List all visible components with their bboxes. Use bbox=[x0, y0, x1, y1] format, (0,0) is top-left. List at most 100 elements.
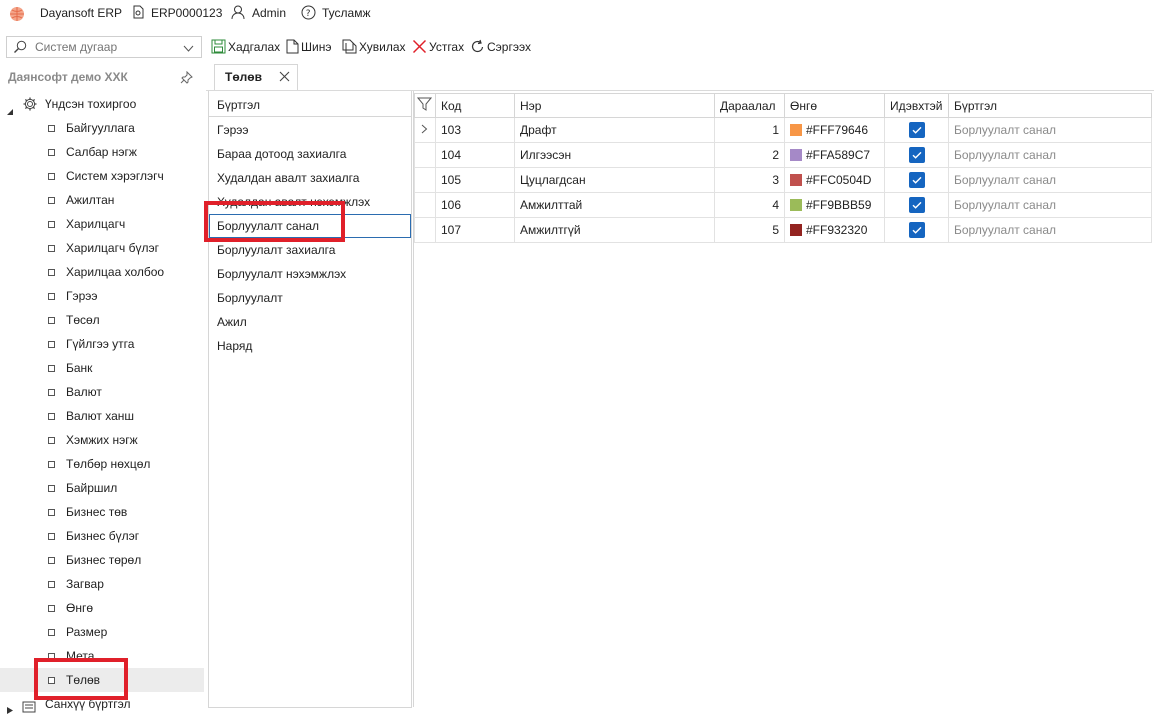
cell-name[interactable]: Цуцлагдсан bbox=[514, 167, 715, 193]
sidebar-item[interactable]: Байршил bbox=[0, 476, 204, 500]
cell-name[interactable]: Драфт bbox=[514, 117, 715, 143]
row-indicator-cell[interactable] bbox=[414, 142, 436, 168]
sidebar-item[interactable]: Размер bbox=[0, 620, 204, 644]
sidebar-item-label: Валют bbox=[66, 385, 102, 399]
table-row[interactable]: 106 Амжилттай 4 #FF9BBB59 Борлуулалт санал bbox=[414, 192, 1152, 218]
row-indicator-cell[interactable] bbox=[414, 217, 436, 243]
sidebar-item[interactable]: Валют bbox=[0, 380, 204, 404]
cell-active[interactable] bbox=[884, 217, 949, 243]
cell-order[interactable]: 5 bbox=[714, 217, 785, 243]
cell-active[interactable] bbox=[884, 167, 949, 193]
sidebar-item[interactable]: Гүйлгээ утга bbox=[0, 332, 204, 356]
table-row[interactable]: 105 Цуцлагдсан 3 #FFC0504D Борлуулалт санал bbox=[414, 167, 1152, 193]
active-checkbox[interactable] bbox=[908, 197, 925, 213]
cell-code[interactable]: 104 bbox=[435, 142, 515, 168]
cell-name[interactable]: Амжилттай bbox=[514, 192, 715, 218]
sidebar-item[interactable]: Гэрээ bbox=[0, 284, 204, 308]
row-indicator-cell[interactable] bbox=[414, 117, 436, 143]
active-checkbox[interactable] bbox=[908, 172, 925, 188]
cell-code[interactable]: 105 bbox=[435, 167, 515, 193]
register-list-item[interactable]: Наряд bbox=[209, 334, 411, 358]
sidebar-item[interactable]: Банк bbox=[0, 356, 204, 380]
sidebar-item[interactable]: Харилцагч bbox=[0, 212, 204, 236]
sidebar-item[interactable]: Бизнес төв bbox=[0, 500, 204, 524]
sidebar-item[interactable]: Хэмжих нэгж bbox=[0, 428, 204, 452]
cell-color[interactable]: #FF932320 bbox=[784, 217, 885, 243]
cell-register[interactable]: Борлуулалт санал bbox=[948, 217, 1152, 243]
filter-icon[interactable] bbox=[416, 97, 433, 111]
cell-order[interactable]: 3 bbox=[714, 167, 785, 193]
cell-order[interactable]: 4 bbox=[714, 192, 785, 218]
sidebar-item[interactable]: Бизнес төрөл bbox=[0, 548, 204, 572]
column-header-active[interactable]: Идэвхтэй bbox=[884, 93, 949, 118]
cell-code[interactable]: 106 bbox=[435, 192, 515, 218]
cell-name[interactable]: Илгээсэн bbox=[514, 142, 715, 168]
sidebar-item[interactable]: Валют ханш bbox=[0, 404, 204, 428]
cell-order[interactable]: 1 bbox=[714, 117, 785, 143]
sidebar-item[interactable]: Харилцаа холбоо bbox=[0, 260, 204, 284]
copy-button[interactable]: Хувилах bbox=[342, 36, 406, 58]
database-name[interactable]: ERP0000123 bbox=[151, 0, 222, 26]
sidebar-item[interactable]: Систем хэрэглэгч bbox=[0, 164, 204, 188]
help-menu[interactable]: Тусламж bbox=[322, 0, 370, 26]
register-list-item[interactable]: Худалдан авалт захиалга bbox=[209, 166, 411, 190]
cell-color[interactable]: #FFF79646 bbox=[784, 117, 885, 143]
column-header-order[interactable]: Дараалал bbox=[714, 93, 785, 118]
cell-register[interactable]: Борлуулалт санал bbox=[948, 192, 1152, 218]
sidebar-item[interactable]: Бизнес бүлэг bbox=[0, 524, 204, 548]
column-header-code[interactable]: Код bbox=[435, 93, 515, 118]
column-header-register[interactable]: Бүртгэл bbox=[948, 93, 1152, 118]
row-indicator-cell[interactable] bbox=[414, 167, 436, 193]
register-list-item[interactable]: Борлуулалт bbox=[209, 286, 411, 310]
cell-active[interactable] bbox=[884, 117, 949, 143]
active-checkbox[interactable] bbox=[908, 222, 925, 238]
cell-active[interactable] bbox=[884, 192, 949, 218]
user-menu[interactable]: Admin bbox=[252, 0, 286, 26]
close-icon[interactable] bbox=[279, 71, 290, 85]
sidebar-item[interactable]: Харилцагч бүлэг bbox=[0, 236, 204, 260]
sidebar-item[interactable]: Төсөл bbox=[0, 308, 204, 332]
cell-register[interactable]: Борлуулалт санал bbox=[948, 167, 1152, 193]
cell-register[interactable]: Борлуулалт санал bbox=[948, 117, 1152, 143]
pin-icon[interactable] bbox=[180, 70, 193, 87]
filter-header-cell[interactable] bbox=[414, 93, 436, 118]
table-row[interactable]: 107 Амжилтгүй 5 #FF932320 Борлуулалт санал bbox=[414, 217, 1152, 243]
cell-active[interactable] bbox=[884, 142, 949, 168]
tab-status[interactable]: Төлөв bbox=[214, 64, 298, 90]
sidebar-item[interactable]: Салбар нэгж bbox=[0, 140, 204, 164]
delete-button[interactable]: Устгах bbox=[412, 36, 464, 58]
cell-color[interactable]: #FFC0504D bbox=[784, 167, 885, 193]
register-list-item[interactable]: Гэрээ bbox=[209, 118, 411, 142]
table-row[interactable]: 104 Илгээсэн 2 #FFA589C7 Борлуулалт санал bbox=[414, 142, 1152, 168]
tree-root-main-settings[interactable]: Үндсэн тохиргоо bbox=[0, 92, 204, 116]
save-button[interactable]: Хадгалах bbox=[211, 36, 280, 58]
sidebar-item[interactable]: Ажилтан bbox=[0, 188, 204, 212]
cell-code[interactable]: 103 bbox=[435, 117, 515, 143]
active-checkbox[interactable] bbox=[908, 147, 925, 163]
register-list-item[interactable]: Борлуулалт нэхэмжлэх bbox=[209, 262, 411, 286]
cell-order[interactable]: 2 bbox=[714, 142, 785, 168]
row-indicator-cell[interactable] bbox=[414, 192, 436, 218]
cell-register[interactable]: Борлуулалт санал bbox=[948, 142, 1152, 168]
active-checkbox[interactable] bbox=[908, 122, 925, 138]
sidebar-item[interactable]: Төлбөр нөхцөл bbox=[0, 452, 204, 476]
table-row[interactable]: 103 Драфт 1 #FFF79646 Борлуулалт санал bbox=[414, 117, 1152, 143]
cell-code[interactable]: 107 bbox=[435, 217, 515, 243]
register-list-item[interactable]: Бараа дотоод захиалга bbox=[209, 142, 411, 166]
expand-triangle-icon[interactable] bbox=[6, 699, 14, 723]
column-header-color[interactable]: Өнгө bbox=[784, 93, 885, 118]
register-list-item[interactable]: Ажил bbox=[209, 310, 411, 334]
new-button[interactable]: Шинэ bbox=[286, 36, 331, 58]
column-header-name[interactable]: Нэр bbox=[514, 93, 715, 118]
cell-color[interactable]: #FFA589C7 bbox=[784, 142, 885, 168]
search-input[interactable] bbox=[35, 38, 175, 55]
sidebar-item[interactable]: Өнгө bbox=[0, 596, 204, 620]
system-number-search[interactable] bbox=[6, 36, 202, 58]
cell-color[interactable]: #FF9BBB59 bbox=[784, 192, 885, 218]
app-name[interactable]: Dayansoft ERP bbox=[40, 0, 122, 26]
cell-name[interactable]: Амжилтгүй bbox=[514, 217, 715, 243]
chevron-down-icon[interactable] bbox=[183, 42, 194, 56]
sidebar-item[interactable]: Загвар bbox=[0, 572, 204, 596]
refresh-button[interactable]: Сэргээх bbox=[470, 36, 531, 58]
sidebar-item[interactable]: Байгууллага bbox=[0, 116, 204, 140]
